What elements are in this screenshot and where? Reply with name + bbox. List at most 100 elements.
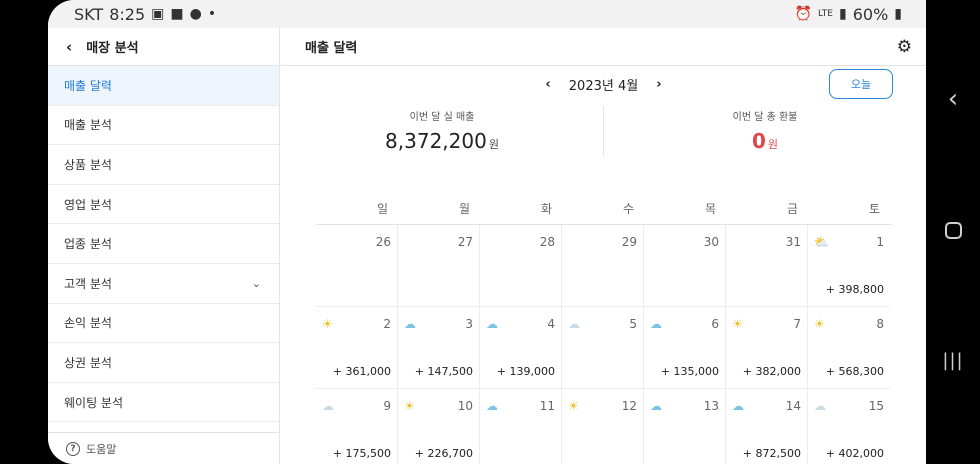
sidebar-item-label: 매출 달력 xyxy=(64,78,112,93)
calendar-day-cell[interactable]: ☁ 3 + 147,500 xyxy=(398,307,480,389)
sidebar-item-customer-analysis[interactable]: 고객 분석 ⌄ xyxy=(48,264,279,304)
sidebar-item-profit-analysis[interactable]: 손익 분석 xyxy=(48,304,279,344)
sidebar-item-waiting-analysis[interactable]: 웨이팅 분석 xyxy=(48,383,279,423)
calendar-grid: 26 27 28 29 30 31 ⛅ 1 + 398,800 ☀ 2 + 361,000 ☁ 3 + 14… xyxy=(316,224,892,464)
calendar-day-cell[interactable]: 31 xyxy=(726,225,808,307)
app-window: SKT 8:25 ▣ ■ ● • ⏰ LTE ▮ 60% ▮ ‹ 매장 분석 매… xyxy=(48,0,926,464)
day-number: 10 xyxy=(457,399,473,413)
next-month-button[interactable]: › xyxy=(656,77,661,92)
day-number: 7 xyxy=(793,317,801,331)
calendar-day-cell[interactable]: 28 xyxy=(480,225,562,307)
day-sales-amount: + 382,000 xyxy=(742,365,801,378)
day-number: 9 xyxy=(383,399,391,413)
day-number: 28 xyxy=(539,235,555,249)
time-label: 8:25 xyxy=(109,4,146,24)
back-nav-icon[interactable]: ‹ xyxy=(926,84,980,114)
calendar-day-cell[interactable]: ☁ 5 xyxy=(562,307,644,389)
sun-icon: ☀ xyxy=(404,399,415,413)
weekday-label: 일 xyxy=(376,202,388,216)
day-number: 12 xyxy=(621,399,637,413)
help-link[interactable]: ? 도움말 xyxy=(48,432,280,464)
calendar-day-cell[interactable]: ☁ 15 + 402,000 xyxy=(808,389,890,464)
sidebar-item-industry-analysis[interactable]: 업종 분석 xyxy=(48,224,279,264)
weekday-label: 토 xyxy=(868,202,880,216)
signal-icon: ▮ xyxy=(839,6,847,22)
calendar-day-cell[interactable]: ☀ 8 + 568,300 xyxy=(808,307,890,389)
help-circle-icon: ? xyxy=(66,441,80,456)
day-sales-amount: + 135,000 xyxy=(660,365,719,378)
calendar-day-cell[interactable]: ☁ 11 xyxy=(480,389,562,464)
refund-label: 이번 달 총 환불 xyxy=(732,112,798,123)
day-sales-amount: + 361,000 xyxy=(332,365,391,378)
sun-icon: ☀ xyxy=(568,399,579,413)
sales-unit: 원 xyxy=(488,138,499,151)
weekday-label: 월 xyxy=(458,202,470,216)
calendar-day-cell[interactable]: 26 xyxy=(316,225,398,307)
calendar-day-cell[interactable]: 30 xyxy=(644,225,726,307)
battery-icon: ▮ xyxy=(894,6,902,22)
sidebar-item-trade-area-analysis[interactable]: 상권 분석 xyxy=(48,343,279,383)
day-number: 15 xyxy=(868,399,884,413)
day-number: 26 xyxy=(375,235,391,249)
day-number: 29 xyxy=(621,235,637,249)
calendar-day-cell[interactable]: ☀ 7 + 382,000 xyxy=(726,307,808,389)
day-number: 11 xyxy=(539,399,555,413)
sidebar-item-label: 손익 분석 xyxy=(64,316,112,331)
cloud-icon: ☁ xyxy=(486,317,498,331)
calendar-day-cell[interactable]: 27 xyxy=(398,225,480,307)
day-number: 30 xyxy=(703,235,719,249)
calendar-day-cell[interactable]: ☁ 4 + 139,000 xyxy=(480,307,562,389)
system-nav-bar: ‹ ||| xyxy=(926,0,980,464)
prev-month-button[interactable]: ‹ xyxy=(545,77,550,92)
sales-label: 이번 달 실 매출 xyxy=(409,112,475,123)
calendar-day-cell[interactable]: ⛅ 1 + 398,800 xyxy=(808,225,890,307)
partly-cloudy-icon: ⛅ xyxy=(814,235,829,249)
day-number: 31 xyxy=(785,235,801,249)
calendar-day-cell[interactable]: 29 xyxy=(562,225,644,307)
day-number: 2 xyxy=(383,317,391,331)
calendar-day-cell[interactable]: ☀ 2 + 361,000 xyxy=(316,307,398,389)
chevron-left-icon[interactable]: ‹ xyxy=(66,38,72,56)
day-number: 8 xyxy=(876,317,884,331)
calendar-day-cell[interactable]: ☁ 9 + 175,500 xyxy=(316,389,398,464)
today-button[interactable]: 오늘 xyxy=(829,69,893,99)
cloud-light-icon: ☁ xyxy=(568,317,580,331)
day-number: 5 xyxy=(629,317,637,331)
month-summary: 이번 달 실 매출 8,372,200 원 이번 달 총 환불 0 원 xyxy=(281,106,926,158)
calendar-day-cell[interactable]: ☀ 12 xyxy=(562,389,644,464)
day-number: 14 xyxy=(785,399,801,413)
weekday-label: 화 xyxy=(540,202,552,216)
calendar-day-cell[interactable]: ☁ 6 + 135,000 xyxy=(644,307,726,389)
day-sales-amount: + 568,300 xyxy=(825,365,884,378)
day-sales-amount: + 147,500 xyxy=(414,365,473,378)
day-sales-amount: + 226,700 xyxy=(414,447,473,460)
main-header: 매출 달력 ⚙ xyxy=(281,28,926,66)
recents-nav-icon[interactable]: ||| xyxy=(926,350,980,371)
sidebar-item-sales-calendar[interactable]: 매출 달력 xyxy=(48,66,279,106)
refund-unit: 원 xyxy=(767,138,779,151)
sidebar-item-business-analysis[interactable]: 영업 분석 xyxy=(48,185,279,225)
calendar-day-cell[interactable]: ☁ 13 xyxy=(644,389,726,464)
sidebar-item-product-analysis[interactable]: 상품 분석 xyxy=(48,145,279,185)
message-icon: ■ xyxy=(170,6,184,22)
gear-icon[interactable]: ⚙ xyxy=(897,37,912,57)
sidebar-header: ‹ 매장 분석 xyxy=(48,28,279,66)
calendar: 일 월 화 수 목 금 토 26 27 28 29 30 31 ⛅ 1 + 398,800 ☀ 2 +… xyxy=(316,196,892,464)
sales-summary: 이번 달 실 매출 8,372,200 원 xyxy=(281,106,603,158)
day-number: 13 xyxy=(703,399,719,413)
day-number: 27 xyxy=(457,235,473,249)
chevron-down-icon: ⌄ xyxy=(251,276,261,290)
calendar-day-cell[interactable]: ☀ 10 + 226,700 xyxy=(398,389,480,464)
calendar-day-cell[interactable]: ☁ 14 + 872,500 xyxy=(726,389,808,464)
sidebar-title: 매장 분석 xyxy=(86,41,139,56)
home-nav-icon[interactable] xyxy=(926,222,980,243)
sidebar-item-label: 웨이팅 분석 xyxy=(64,395,124,410)
day-sales-amount: + 402,000 xyxy=(825,447,884,460)
gallery-icon: ▣ xyxy=(151,6,165,22)
sun-icon: ☀ xyxy=(732,317,743,331)
day-sales-amount: + 139,000 xyxy=(496,365,555,378)
sidebar-item-label: 상품 분석 xyxy=(64,157,112,172)
refund-summary: 이번 달 총 환불 0 원 xyxy=(604,106,926,158)
cloud-icon: ☁ xyxy=(650,399,662,413)
sidebar-item-sales-analysis[interactable]: 매출 분석 xyxy=(48,106,279,146)
